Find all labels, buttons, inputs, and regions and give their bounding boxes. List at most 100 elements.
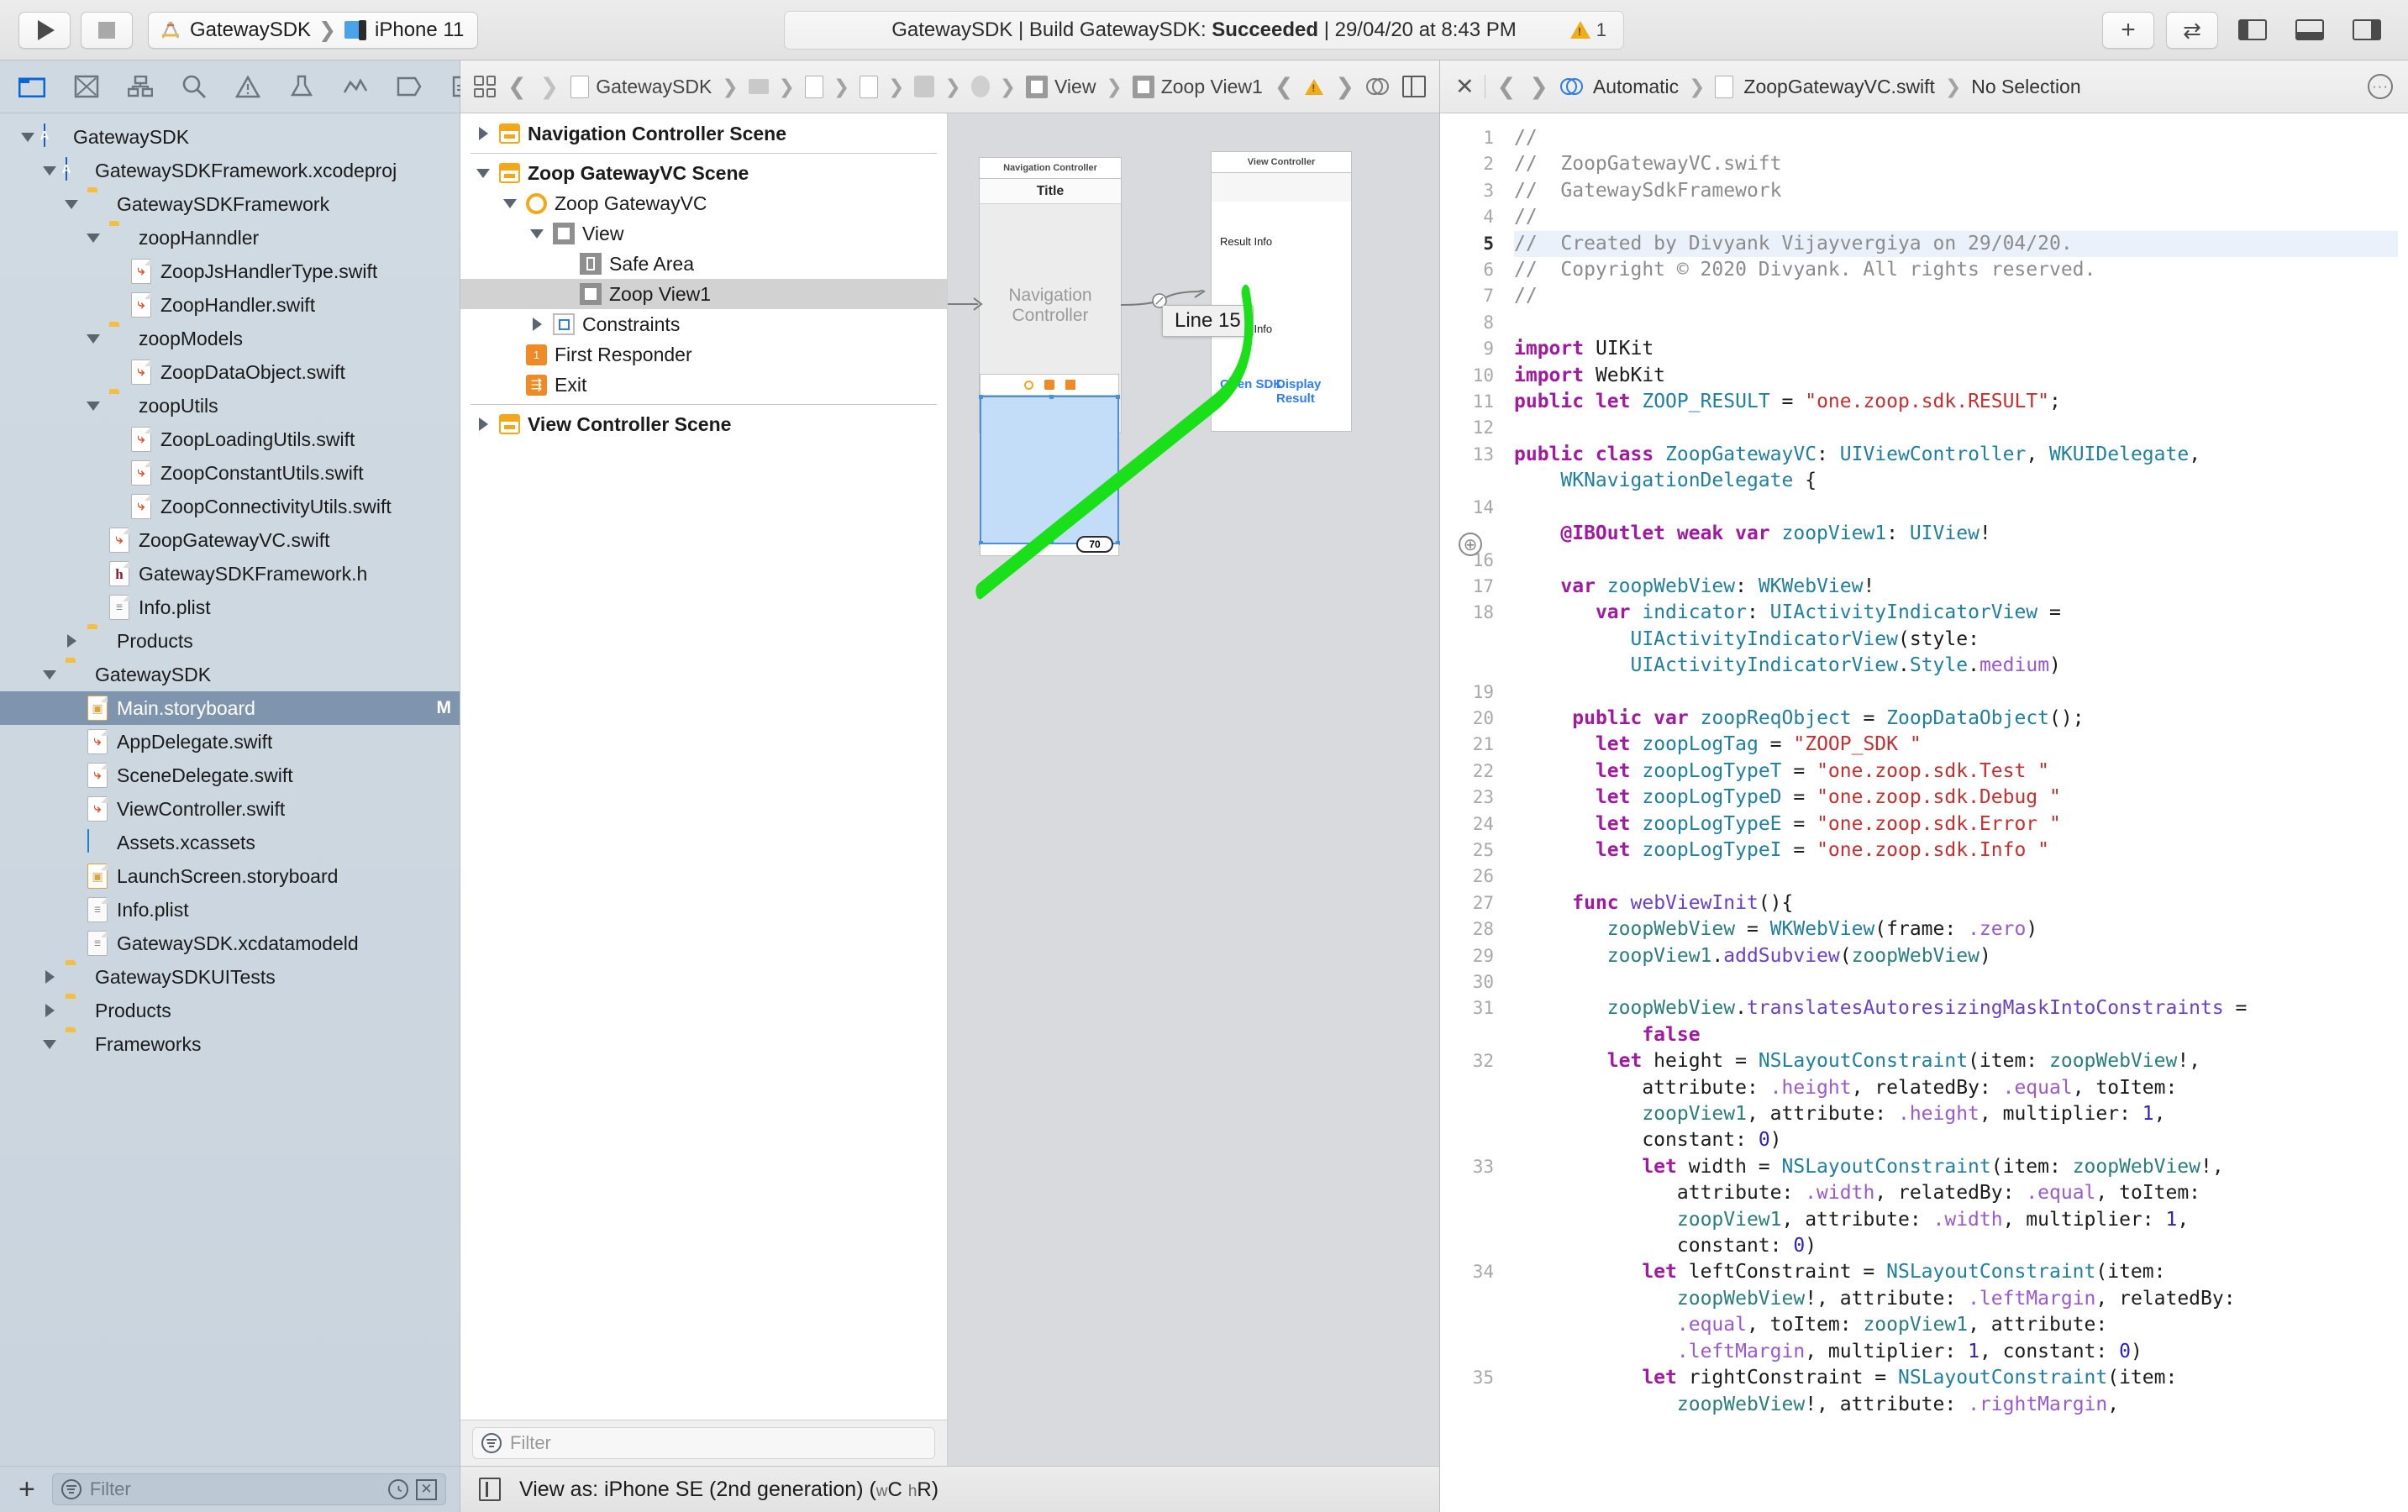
code-line[interactable] [1514, 310, 2398, 336]
breadcrumb-view[interactable]: View [1026, 75, 1096, 98]
disclosure-triangle[interactable] [41, 165, 58, 176]
run-button[interactable] [18, 11, 71, 49]
navigator-row[interactable]: ▣ LaunchScreen.storyboard [0, 859, 460, 893]
toggle-inspector-button[interactable] [2344, 13, 2390, 48]
outline-filter-input[interactable]: Filter [472, 1427, 935, 1459]
code-line[interactable]: // Copyright © 2020 Divyank. All rights … [1514, 257, 2398, 283]
code-line[interactable] [1514, 415, 2398, 441]
outline-row[interactable]: Zoop View1 [460, 279, 947, 309]
disclosure-triangle[interactable] [85, 401, 102, 411]
disclosure-triangle[interactable] [19, 132, 36, 142]
code-line[interactable]: zoopWebView.translatesAutoresizingMaskIn… [1514, 995, 2398, 1048]
disclosure-triangle[interactable] [475, 417, 492, 431]
navigator-row[interactable]: zoopHanndler [0, 221, 460, 255]
code-line[interactable]: var zoopWebView: WKWebView! [1514, 574, 2398, 600]
line-number-gutter[interactable]: 1 2 3 4 5 6 7 8 9 10 11 12 13 14 16 17 18 19 20 21 22 23 24 25 2… [1440, 113, 1506, 1512]
code-line[interactable]: // ZoopGatewayVC.swift [1514, 151, 2398, 177]
breadcrumb-view-controller-icon[interactable] [970, 76, 990, 97]
line-number[interactable]: 27 [1440, 890, 1494, 916]
line-number[interactable]: 23 [1440, 785, 1494, 811]
disclosure-triangle[interactable] [528, 228, 545, 239]
tab-source-control-navigator[interactable] [74, 72, 99, 101]
code-line[interactable] [1514, 680, 2398, 706]
library-grid-icon[interactable] [474, 76, 496, 97]
assistant-editor-icon[interactable] [1366, 76, 1390, 98]
line-number[interactable]: 19 [1440, 680, 1494, 706]
line-number[interactable]: 32 [1440, 1048, 1494, 1154]
stop-button[interactable] [81, 11, 133, 49]
breadcrumb-scene-icon[interactable] [914, 76, 935, 97]
navigator-filter-input[interactable]: Filter ✕ [51, 1473, 446, 1505]
previous-issue-button[interactable]: ❮ [1273, 74, 1296, 100]
navigator-row[interactable]: ⤷ SceneDelegate.swift [0, 759, 460, 792]
code-line[interactable]: func webViewInit(){ [1514, 890, 2398, 916]
line-number[interactable]: 11 [1440, 389, 1494, 415]
navigator-row[interactable]: zoopModels [0, 322, 460, 355]
scheme-destination-selector[interactable]: GatewaySDK ❯ iPhone 11 [148, 11, 479, 49]
disclosure-triangle[interactable] [63, 199, 80, 209]
tab-debug-navigator[interactable] [343, 72, 368, 101]
line-number[interactable]: 13 [1440, 442, 1494, 495]
line-number[interactable]: 17 [1440, 574, 1494, 600]
add-editor-button[interactable]: + [2102, 11, 2154, 49]
breadcrumb-folder-icon[interactable] [748, 79, 769, 94]
code-line[interactable]: // [1514, 204, 2398, 230]
disclosure-triangle[interactable] [85, 233, 102, 243]
activity-status-view[interactable]: GatewaySDK | Build GatewaySDK: Succeeded… [784, 10, 1624, 50]
code-line[interactable]: zoopWebView = WKWebView(frame: .zero) [1514, 916, 2398, 942]
display-result-button[interactable]: Display Result [1276, 377, 1351, 406]
editor-options-button[interactable]: ··· [2368, 74, 2393, 99]
code-line[interactable]: var indicator: UIActivityIndicatorView =… [1514, 600, 2398, 679]
disclosure-triangle[interactable] [502, 198, 518, 208]
line-number[interactable]: 31 [1440, 995, 1494, 1048]
add-file-button[interactable]: + [13, 1475, 40, 1504]
line-number[interactable]: 9 [1440, 336, 1494, 362]
open-sdk-button[interactable]: Open SDK [1220, 377, 1282, 391]
line-number[interactable]: 28 [1440, 916, 1494, 942]
line-number[interactable]: 24 [1440, 811, 1494, 837]
code-line[interactable]: // Created by Divyank Vijayvergiya on 29… [1514, 230, 2398, 258]
code-line[interactable] [1514, 969, 2398, 995]
line-number[interactable]: 25 [1440, 837, 1494, 864]
navigator-row[interactable]: Products [0, 994, 460, 1027]
project-navigator-tree[interactable]: GatewaySDK GatewaySDKFramework.xcodeproj G… [0, 113, 460, 1466]
resize-handle[interactable] [1116, 395, 1120, 399]
line-number[interactable]: 12 [1440, 415, 1494, 441]
assistant-mode-label[interactable]: Automatic [1593, 76, 1679, 98]
code-line[interactable]: let width = NSLayoutConstraint(item: zoo… [1514, 1154, 2398, 1260]
navigator-row[interactable]: ⤷ ZoopJsHandlerType.swift [0, 255, 460, 288]
line-number[interactable]: 33 [1440, 1154, 1494, 1260]
zoom-level-badge[interactable]: 70 [1076, 536, 1113, 553]
code-line[interactable]: let zoopLogTag = "ZOOP_SDK " [1514, 732, 2398, 758]
breadcrumb-storyboard-icon[interactable] [804, 75, 823, 98]
line-number[interactable]: 30 [1440, 969, 1494, 995]
code-line[interactable]: let rightConstraint = NSLayoutConstraint… [1514, 1365, 2398, 1418]
navigator-row[interactable]: ⤷ ZoopHandler.swift [0, 288, 460, 322]
code-line[interactable]: let leftConstraint = NSLayoutConstraint(… [1514, 1259, 2398, 1365]
navigator-row[interactable]: ⤷ ViewController.swift [0, 792, 460, 826]
line-number[interactable]: 3 [1440, 178, 1494, 204]
outline-row[interactable]: ⇶ Exit [460, 370, 947, 400]
tab-test-navigator[interactable] [289, 72, 314, 101]
line-number[interactable]: 10 [1440, 363, 1494, 389]
editor-back-button[interactable]: ❮ [1496, 74, 1518, 100]
disclosure-triangle[interactable] [475, 168, 492, 178]
navigator-row[interactable]: ⤷ AppDelegate.swift [0, 725, 460, 759]
scene-zoop-gatewayvc[interactable]: 70 [979, 374, 1120, 556]
resize-handle[interactable] [979, 395, 983, 399]
tab-project-navigator[interactable] [18, 72, 45, 101]
editor-forward-button[interactable]: ❯ [1527, 74, 1550, 100]
line-number[interactable]: 1 [1440, 125, 1494, 151]
navigator-row[interactable]: ☰ Info.plist [0, 893, 460, 927]
navigator-row[interactable]: GatewaySDK [0, 120, 460, 154]
code-line[interactable]: let zoopLogTypeI = "one.zoop.sdk.Info " [1514, 837, 2398, 864]
source-control-filter-icon[interactable]: ✕ [416, 1478, 437, 1500]
navigator-row[interactable]: GatewaySDK [0, 658, 460, 691]
outline-row[interactable]: Constraints [460, 309, 947, 339]
line-number[interactable]: 18 [1440, 600, 1494, 679]
line-number[interactable]: 21 [1440, 732, 1494, 758]
breadcrumb-zoop-view1[interactable]: Zoop View1 [1132, 75, 1263, 98]
line-number[interactable]: 20 [1440, 706, 1494, 732]
editor-file-label[interactable]: ZoopGatewayVC.swift [1743, 76, 1935, 98]
code-line[interactable]: let height = NSLayoutConstraint(item: zo… [1514, 1048, 2398, 1154]
